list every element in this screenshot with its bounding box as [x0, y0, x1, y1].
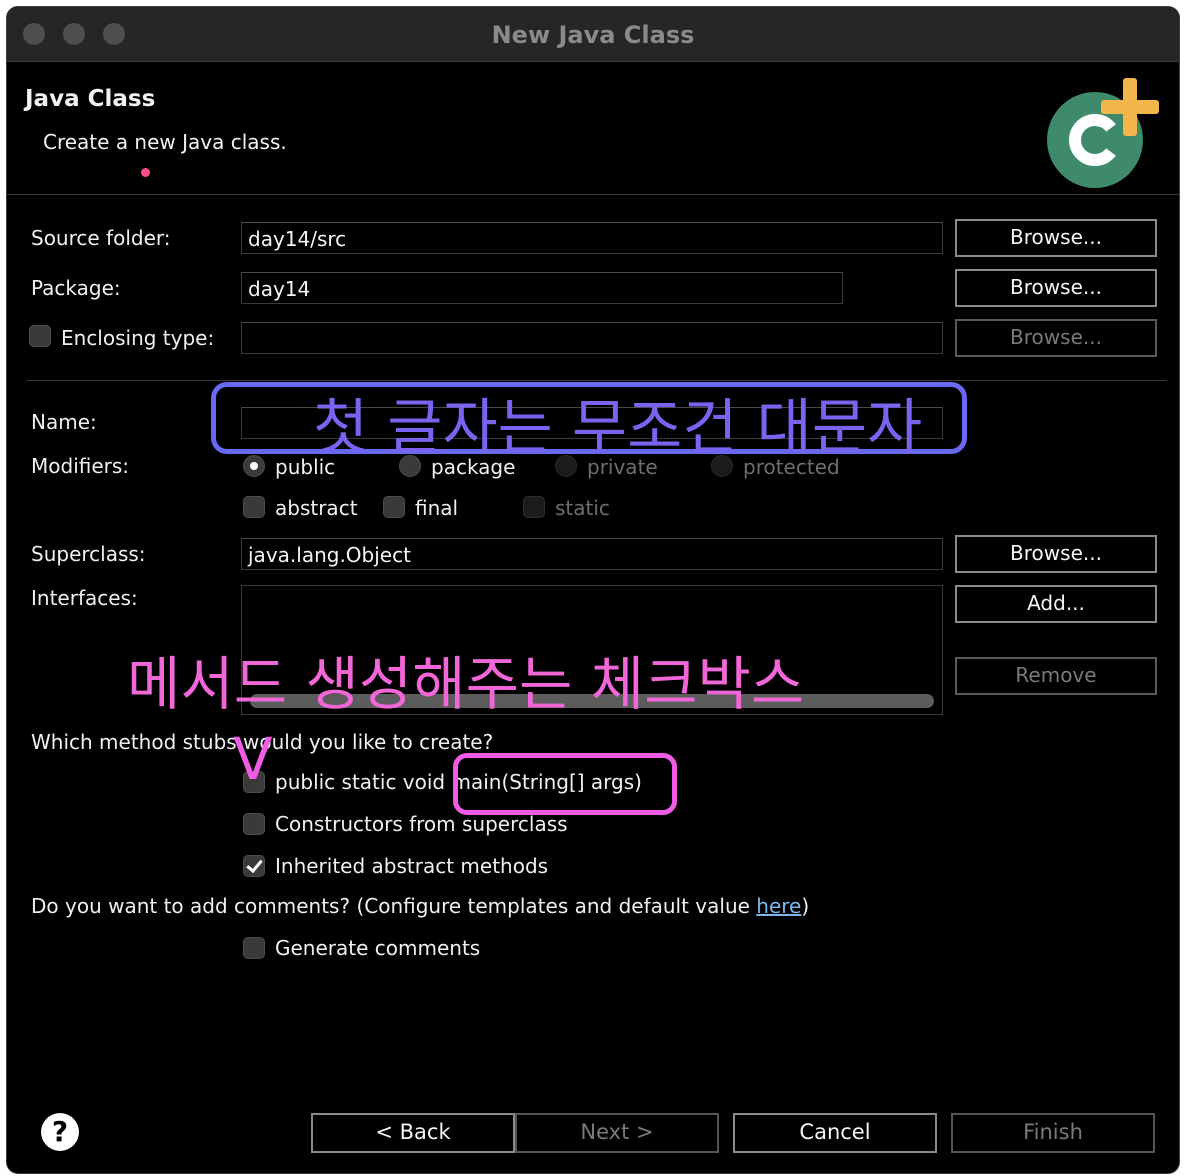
page-description: Create a new Java class. [43, 130, 287, 154]
add-interface-button[interactable]: Add... [955, 585, 1157, 623]
final-label: final [415, 496, 459, 520]
new-java-class-dialog: New Java Class Java Class Create a new J… [6, 6, 1180, 1174]
comments-question: Do you want to add comments? (Configure … [31, 894, 809, 918]
comments-question-text: Do you want to add comments? (Configure … [31, 894, 757, 918]
source-folder-field[interactable]: day14/src [241, 222, 943, 254]
method-annotation-text: 메서드 생성해주는 체크박스 [127, 650, 805, 718]
inherited-abstract-checkbox[interactable] [243, 855, 265, 877]
constructors-checkbox[interactable] [243, 813, 265, 835]
source-folder-label: Source folder: [31, 226, 171, 250]
package-label: Package: [31, 276, 121, 300]
main-method-annotation-box [453, 753, 677, 815]
superclass-label: Superclass: [31, 542, 146, 566]
abstract-label: abstract [275, 496, 358, 520]
remove-interface-button[interactable]: Remove [955, 657, 1157, 695]
name-label: Name: [31, 410, 97, 434]
next-button[interactable]: Next > [515, 1113, 719, 1153]
configure-templates-link[interactable]: here [756, 894, 801, 918]
modifiers-label: Modifiers: [31, 454, 130, 478]
interfaces-label: Interfaces: [31, 586, 138, 610]
enclosing-type-field[interactable] [241, 322, 943, 354]
superclass-field[interactable]: java.lang.Object [241, 538, 943, 570]
enclosing-type-label: Enclosing type: [61, 326, 215, 350]
wizard-header: Java Class Create a new Java class. [7, 62, 1179, 195]
enclosing-type-browse-button[interactable]: Browse... [955, 319, 1157, 357]
inherited-abstract-label: Inherited abstract methods [275, 854, 549, 878]
constructors-label: Constructors from superclass [275, 812, 568, 836]
enclosing-type-checkbox[interactable] [29, 325, 51, 347]
generate-comments-checkbox[interactable] [243, 937, 265, 959]
back-button[interactable]: < Back [311, 1113, 515, 1153]
comments-question-suffix: ) [801, 894, 810, 918]
static-checkbox[interactable] [523, 496, 545, 518]
new-class-c-plus-icon [1047, 78, 1159, 188]
check-mark-annotation: V [233, 725, 273, 793]
finish-button[interactable]: Finish [951, 1113, 1155, 1153]
abstract-checkbox[interactable] [243, 496, 265, 518]
title-bar: New Java Class [7, 7, 1179, 62]
superclass-browse-button[interactable]: Browse... [955, 535, 1157, 573]
page-title: Java Class [25, 86, 156, 112]
name-annotation-text: 첫 글자는 무조건 대문자 [313, 393, 923, 463]
public-radio[interactable] [243, 455, 265, 477]
cursor-dot [141, 168, 150, 177]
window-title: New Java Class [491, 21, 695, 49]
static-label: static [555, 496, 610, 520]
generate-comments-label: Generate comments [275, 936, 481, 960]
question-mark-icon[interactable]: ? [41, 1113, 79, 1151]
source-folder-browse-button[interactable]: Browse... [955, 219, 1157, 257]
package-field[interactable]: day14 [241, 272, 843, 304]
final-checkbox[interactable] [383, 496, 405, 518]
package-browse-button[interactable]: Browse... [955, 269, 1157, 307]
cancel-button[interactable]: Cancel [733, 1113, 937, 1153]
